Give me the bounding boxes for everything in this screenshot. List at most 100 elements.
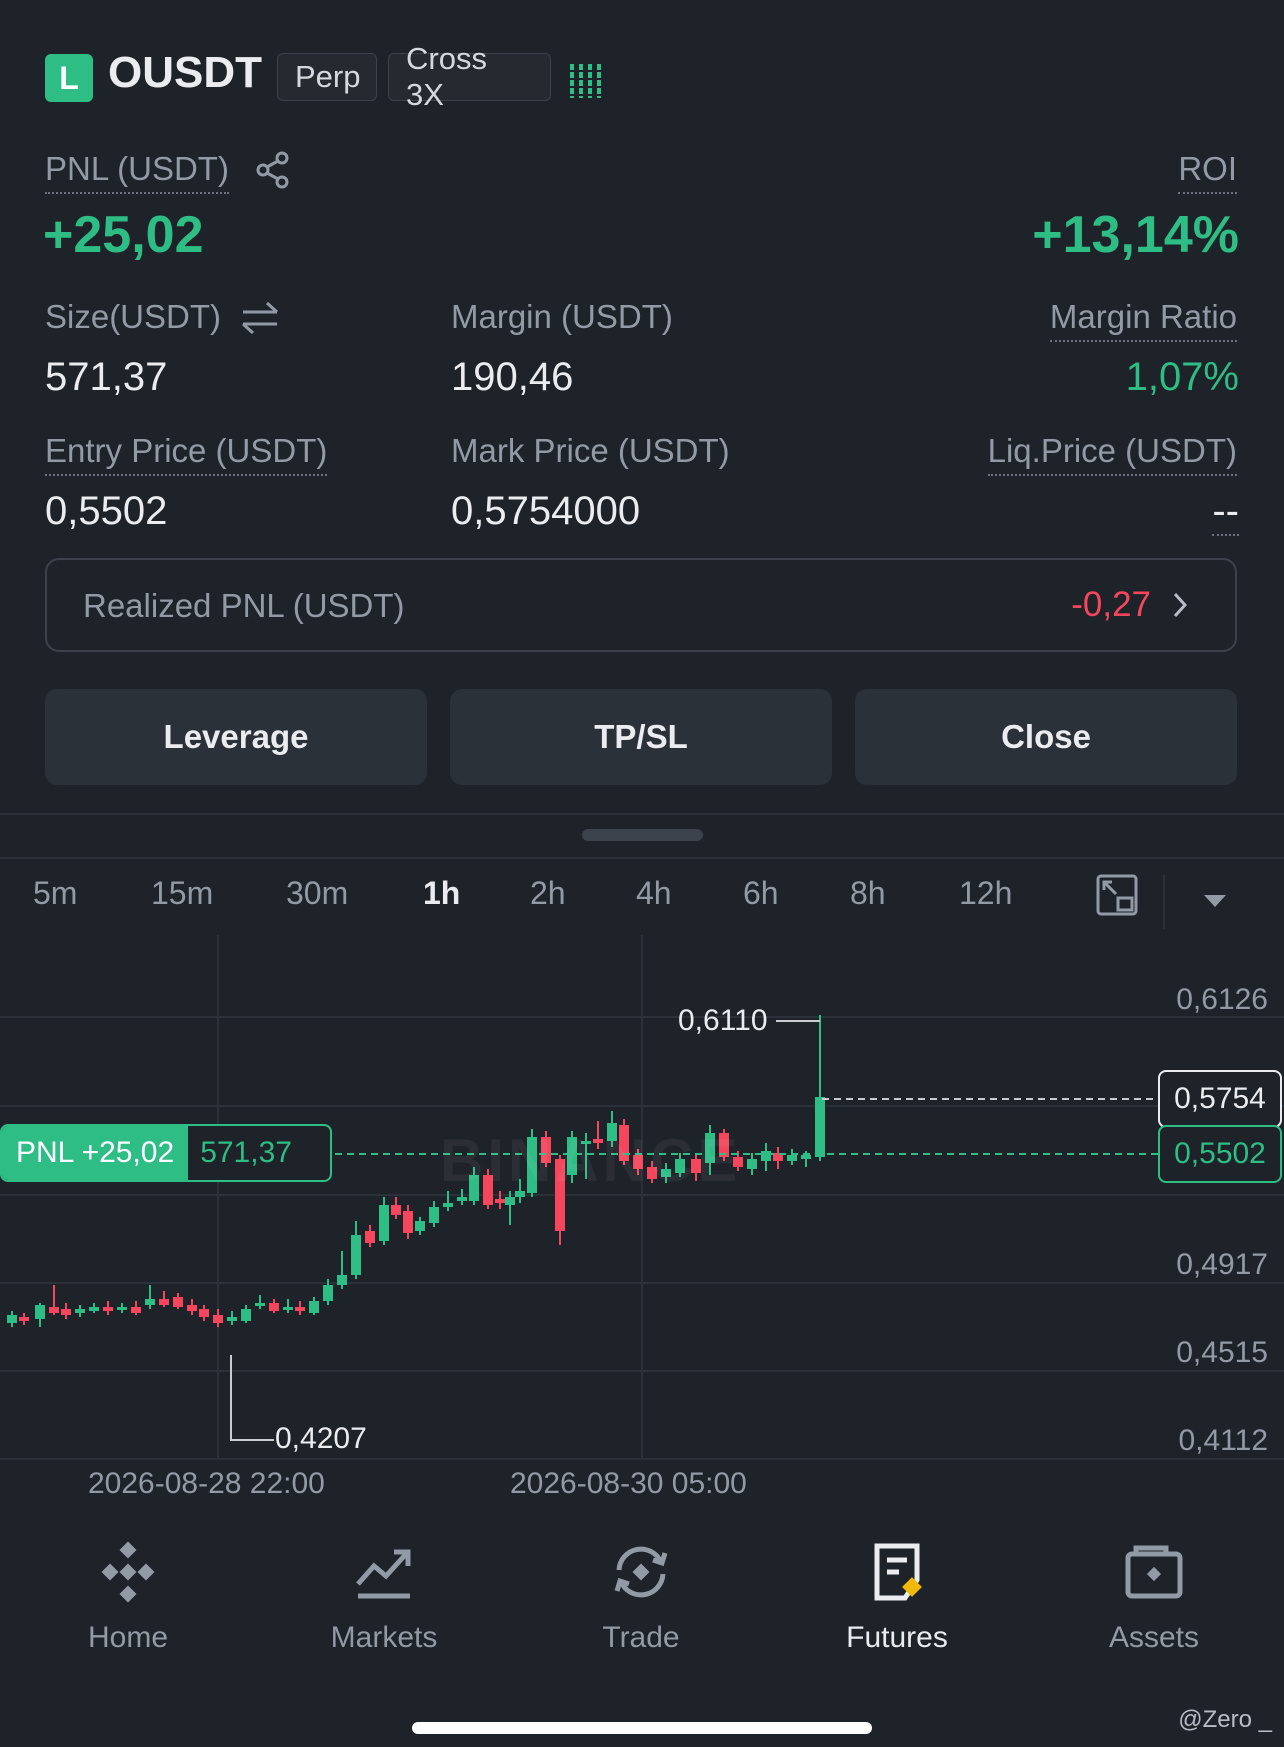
candle-body [213,1315,223,1323]
swap-icon[interactable] [240,300,280,336]
candle-body [255,1303,265,1306]
candle-body [391,1205,401,1215]
candle-body [309,1301,319,1313]
position-pnl-tag-label: PNL +25,02 [2,1126,189,1180]
candle-body [443,1203,453,1207]
tab-4h[interactable]: 4h [636,875,672,912]
liq-price-label[interactable]: Liq.Price (USDT) [987,432,1237,476]
realized-pnl-row[interactable]: Realized PNL (USDT) -0,27 [45,558,1237,652]
section-divider [0,857,1284,859]
home-indicator[interactable] [412,1722,872,1734]
futures-icon [874,1543,922,1601]
position-side-badge: L [45,54,93,102]
symbol-title[interactable]: OUSDT [108,48,262,98]
bottom-nav: Home Markets Trade Futures Assets [0,1512,1284,1747]
close-button[interactable]: Close [855,689,1237,785]
pnl-label[interactable]: PNL (USDT) [45,150,229,194]
expand-chart-icon[interactable] [1096,874,1138,916]
nav-home[interactable]: Home [28,1540,228,1655]
nav-futures[interactable]: Futures [797,1540,997,1655]
high-price-label: 0,6110 [678,1004,768,1037]
tab-1h[interactable]: 1h [423,875,460,912]
candle-body [49,1307,59,1313]
candle-body [145,1299,155,1305]
realized-pnl-label: Realized PNL (USDT) [83,587,405,624]
adl-indicator-icon[interactable] [570,60,610,98]
tab-5m[interactable]: 5m [33,875,77,912]
nav-assets[interactable]: Assets [1054,1540,1254,1655]
candle-body [131,1307,141,1313]
candle-body [747,1159,757,1169]
candle-body [295,1307,305,1311]
roi-value: +13,14% [1032,206,1239,264]
candle-body [801,1155,811,1159]
candle-body [187,1305,197,1311]
tab-6h[interactable]: 6h [743,875,779,912]
candle-body [505,1197,515,1205]
nav-futures-label: Futures [846,1621,948,1654]
roi-label[interactable]: ROI [1178,150,1237,194]
credit-watermark: @Zero _ [1178,1706,1272,1733]
assets-icon [1125,1545,1183,1599]
candle-body [269,1303,279,1311]
candle-body [379,1205,389,1241]
margin-ratio-label[interactable]: Margin Ratio [1049,298,1237,342]
price-axis-tick: 0,4112 [1178,1424,1268,1457]
candle-body [117,1307,127,1310]
candle-body [89,1307,99,1311]
candle-body [75,1309,85,1313]
size-value: 571,37 [45,355,168,399]
candle-body [761,1151,771,1161]
drag-handle[interactable] [582,829,703,841]
candle-body [815,1097,825,1157]
markets-icon [356,1549,411,1599]
candle-body [403,1211,413,1233]
position-pnl-tag[interactable]: PNL +25,02 571,37 [0,1124,332,1182]
tab-12h[interactable]: 12h [959,875,1012,912]
tab-30m[interactable]: 30m [286,875,348,912]
position-pnl-tag-size: 571,37 [200,1136,292,1169]
candle-body [241,1309,251,1321]
candle-body [159,1299,169,1305]
tpsl-button[interactable]: TP/SL [450,689,832,785]
tab-2h[interactable]: 2h [530,875,566,912]
entry-price-label[interactable]: Entry Price (USDT) [45,432,328,476]
home-icon [101,1541,155,1603]
leverage-button[interactable]: Leverage [45,689,427,785]
price-axis-tick: 0,4515 [1176,1336,1268,1369]
entry-price-value: 0,5502 [45,489,168,533]
candle-body [173,1297,183,1307]
liq-price-value: -- [1212,489,1239,536]
mark-price-value: 0,5754000 [451,489,641,533]
entry-price-tag: 0,5502 [1158,1125,1282,1183]
size-label: Size(USDT) [45,298,222,335]
price-axis-tick: 0,6126 [1176,983,1268,1016]
nav-trade-label: Trade [602,1621,680,1654]
candle-body [7,1315,17,1323]
candle-body [199,1309,209,1317]
candle-body [227,1317,237,1321]
share-icon[interactable] [255,151,291,189]
nav-markets[interactable]: Markets [284,1540,484,1655]
candlestick-chart[interactable] [0,935,1284,1460]
time-axis-tick: 2026-08-28 22:00 [88,1467,325,1500]
candle-body [103,1307,113,1311]
section-divider [0,813,1284,815]
tab-15m[interactable]: 15m [151,875,213,912]
candle-body [787,1155,797,1161]
tab-8h[interactable]: 8h [850,875,886,912]
mark-price-label: Mark Price (USDT) [451,432,730,469]
low-price-label: 0,4207 [275,1422,367,1455]
nav-home-label: Home [87,1621,169,1654]
nav-trade[interactable]: Trade [541,1540,741,1655]
candle-body [35,1305,45,1319]
candle-body [323,1285,333,1301]
candle-body [19,1317,29,1321]
margin-value: 190,46 [451,355,574,399]
candle-body [415,1221,425,1231]
trade-icon [614,1546,668,1598]
chevron-down-icon[interactable] [1202,893,1228,909]
price-axis-tick: 0,4917 [1176,1248,1268,1281]
margin-label: Margin (USDT) [451,298,673,335]
margin-mode-tag[interactable]: Cross 3X [388,41,551,112]
